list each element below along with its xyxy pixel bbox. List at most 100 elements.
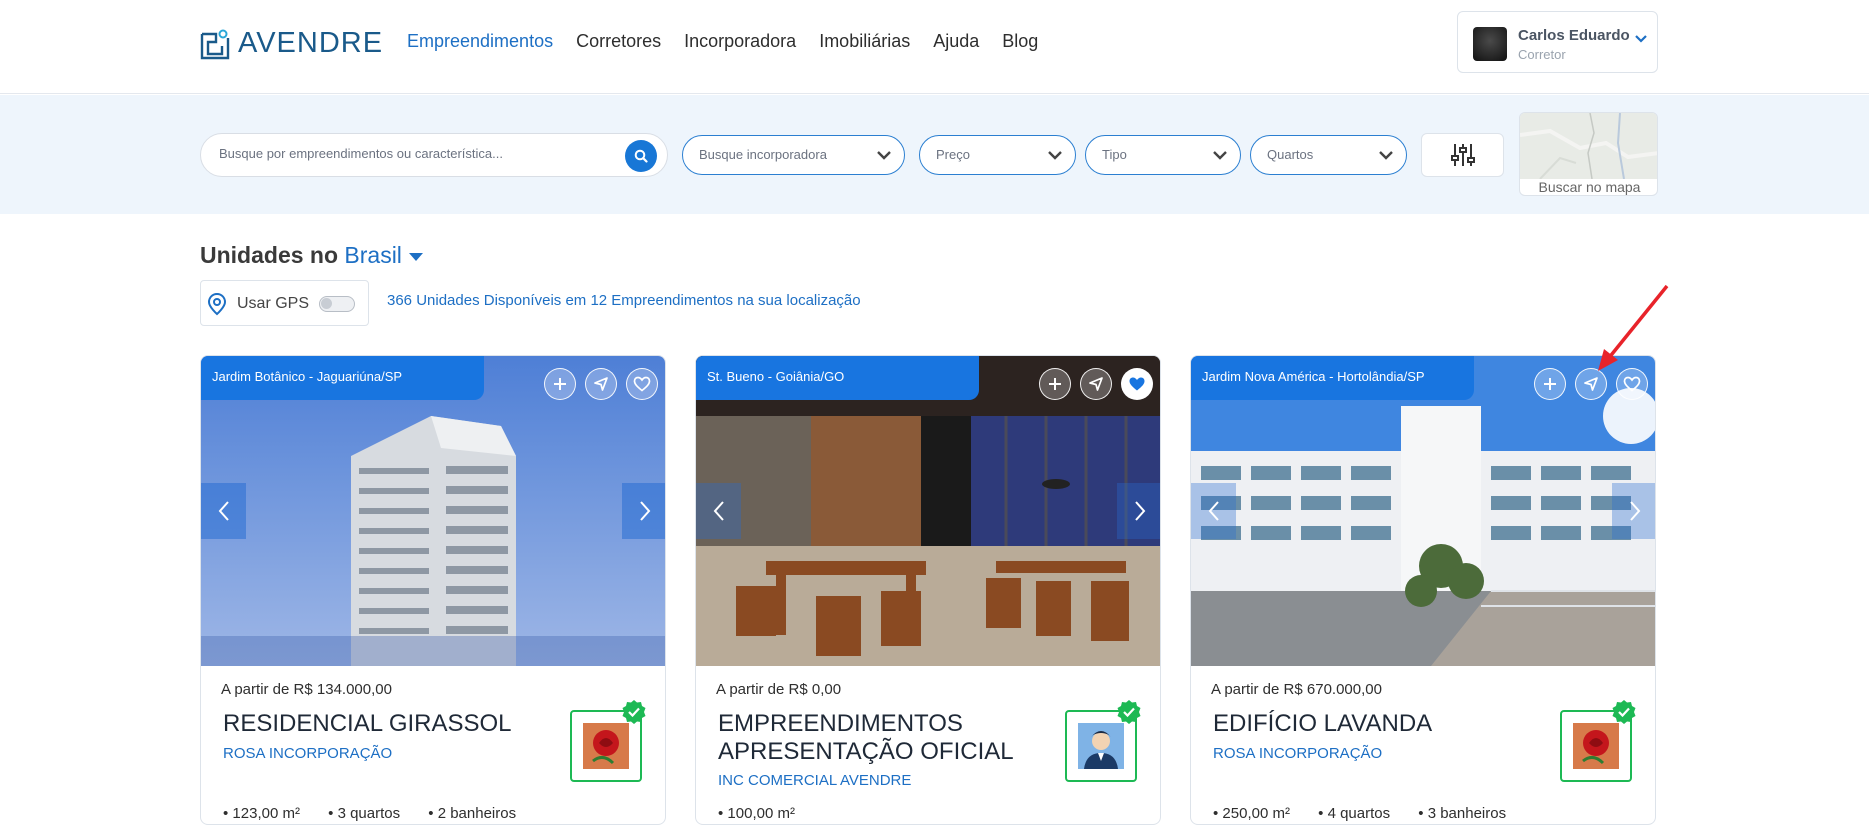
property-name[interactable]: RESIDENCIAL GIRASSOL: [223, 710, 553, 738]
property-card[interactable]: Jardim Nova América - Hortolândia/SP A p…: [1190, 355, 1656, 825]
map-search-label: Buscar no mapa: [1538, 179, 1641, 195]
user-menu[interactable]: Carlos Eduardo Corretor: [1457, 11, 1658, 73]
compare-button[interactable]: [1039, 368, 1071, 400]
nav-blog[interactable]: Blog: [1002, 31, 1038, 52]
chevron-down-icon: [1379, 151, 1393, 160]
feature-bathrooms-value: 3 banheiros: [1427, 805, 1507, 822]
building-photo: [201, 356, 665, 666]
map-search-button[interactable]: Buscar no mapa: [1519, 112, 1658, 196]
feature-rooms-value: 3 quartos: [337, 805, 401, 822]
nav-imobiliarias[interactable]: Imobiliárias: [819, 31, 910, 52]
feature-bathrooms: • 2 banheiros: [428, 805, 517, 822]
preco-select[interactable]: Preço: [919, 135, 1076, 175]
incorporadora-link[interactable]: INC COMERCIAL AVENDRE: [718, 772, 911, 789]
quartos-select-label: Quartos: [1267, 147, 1314, 162]
building-terrace-photo: [1191, 356, 1655, 666]
feature-rooms: • 4 quartos: [1318, 805, 1391, 822]
main-nav: Empreendimentos Corretores Incorporadora…: [407, 31, 1038, 52]
price-label: A partir de R$ 0,00: [716, 681, 842, 698]
gps-toggle-box: Usar GPS: [200, 280, 369, 326]
carousel-prev-button[interactable]: [201, 483, 246, 539]
feature-rooms: • 3 quartos: [328, 805, 401, 822]
price-label: A partir de R$ 670.000,00: [1211, 681, 1382, 698]
property-name[interactable]: EMPREENDIMENTOS APRESENTAÇÃO OFICIAL: [718, 710, 1048, 766]
feature-area-value: 100,00 m²: [727, 805, 795, 822]
property-card[interactable]: St. Bueno - Goiânia/GO A partir de R$ 0,…: [695, 355, 1161, 825]
verified-check-icon: [1117, 700, 1141, 724]
carousel-next-button[interactable]: [1117, 483, 1160, 539]
feature-area: • 123,00 m²: [223, 805, 300, 822]
title-prefix: Unidades no: [200, 242, 339, 268]
feature-rooms-value: 4 quartos: [1327, 805, 1391, 822]
property-name[interactable]: EDIFÍCIO LAVANDA: [1213, 710, 1543, 738]
directions-button[interactable]: [1575, 368, 1607, 400]
navigation-arrow-icon: [1584, 377, 1598, 391]
availability-text: 366 Unidades Disponíveis em 12 Empreendi…: [387, 292, 861, 309]
nav-corretores[interactable]: Corretores: [576, 31, 661, 52]
feature-area: • 250,00 m²: [1213, 805, 1290, 822]
favorite-button[interactable]: [1616, 368, 1648, 400]
location-pin-icon: [207, 292, 227, 316]
chevron-down-icon: [1635, 35, 1647, 43]
directions-button[interactable]: [1080, 368, 1112, 400]
nav-incorporadora[interactable]: Incorporadora: [684, 31, 796, 52]
logo-mark-icon: [200, 29, 230, 59]
chevron-down-icon: [877, 151, 891, 160]
heart-icon: [1623, 376, 1641, 392]
sliders-icon: [1450, 144, 1475, 166]
advanced-filters-button[interactable]: [1421, 133, 1504, 177]
incorporadora-link[interactable]: ROSA INCORPORAÇÃO: [1213, 745, 1382, 762]
annotation-arrow-icon: [1598, 284, 1669, 371]
filter-bar: Busque incorporadora Preço Tipo Quartos: [0, 95, 1869, 214]
chevron-down-icon: [1213, 151, 1227, 160]
property-card[interactable]: Jardim Botânico - Jaguariúna/SP A partir…: [200, 355, 666, 825]
navigation-arrow-icon: [1089, 377, 1103, 391]
features-list: • 250,00 m² • 4 quartos • 3 banheiros: [1213, 805, 1530, 822]
chevron-right-icon: [639, 501, 650, 521]
directions-button[interactable]: [585, 368, 617, 400]
feature-bathrooms: • 3 banheiros: [1418, 805, 1507, 822]
property-photo: [1191, 356, 1655, 666]
quartos-select[interactable]: Quartos: [1250, 135, 1407, 175]
search-input[interactable]: [219, 146, 609, 161]
nav-empreendimentos[interactable]: Empreendimentos: [407, 31, 553, 52]
chevron-right-icon: [1629, 501, 1640, 521]
carousel-next-button[interactable]: [1612, 483, 1655, 539]
incorporadora-select[interactable]: Busque incorporadora: [682, 135, 905, 175]
heart-filled-icon: [1129, 377, 1145, 391]
carousel-next-button[interactable]: [622, 483, 665, 539]
preco-select-label: Preço: [936, 147, 970, 162]
nav-ajuda[interactable]: Ajuda: [933, 31, 979, 52]
chevron-left-icon: [218, 501, 229, 521]
search-button[interactable]: [625, 140, 657, 172]
map-icon: [1520, 113, 1657, 180]
features-list: • 100,00 m²: [718, 805, 819, 822]
search-box: [200, 133, 668, 177]
incorporadora-link[interactable]: ROSA INCORPORAÇÃO: [223, 745, 392, 762]
carousel-prev-button[interactable]: [696, 483, 741, 539]
avatar: [1473, 27, 1507, 61]
property-photo: [201, 356, 665, 666]
favorite-button[interactable]: [626, 368, 658, 400]
user-name: Carlos Eduardo: [1518, 27, 1630, 44]
compare-button[interactable]: [544, 368, 576, 400]
verified-check-icon: [1612, 700, 1636, 724]
gps-toggle[interactable]: [319, 296, 355, 312]
rose-logo-icon: [1573, 723, 1619, 769]
location-label: Brasil: [344, 242, 402, 268]
chevron-down-icon: [1048, 151, 1062, 160]
avendre-logo[interactable]: AVENDRE: [200, 27, 383, 60]
location-dropdown[interactable]: Brasil: [344, 242, 424, 268]
heart-icon: [633, 376, 651, 392]
feature-area-value: 250,00 m²: [1222, 805, 1290, 822]
tipo-select[interactable]: Tipo: [1085, 135, 1241, 175]
page-title: Unidades no Brasil: [200, 242, 424, 269]
favorite-button[interactable]: [1121, 368, 1153, 400]
features-list: • 123,00 m² • 3 quartos • 2 banheiros: [223, 805, 540, 822]
carousel-prev-button[interactable]: [1191, 483, 1236, 539]
plus-icon: [554, 378, 566, 390]
incorporadora-select-label: Busque incorporadora: [699, 147, 827, 162]
user-role: Corretor: [1518, 47, 1566, 62]
compare-button[interactable]: [1534, 368, 1566, 400]
chevron-left-icon: [713, 501, 724, 521]
